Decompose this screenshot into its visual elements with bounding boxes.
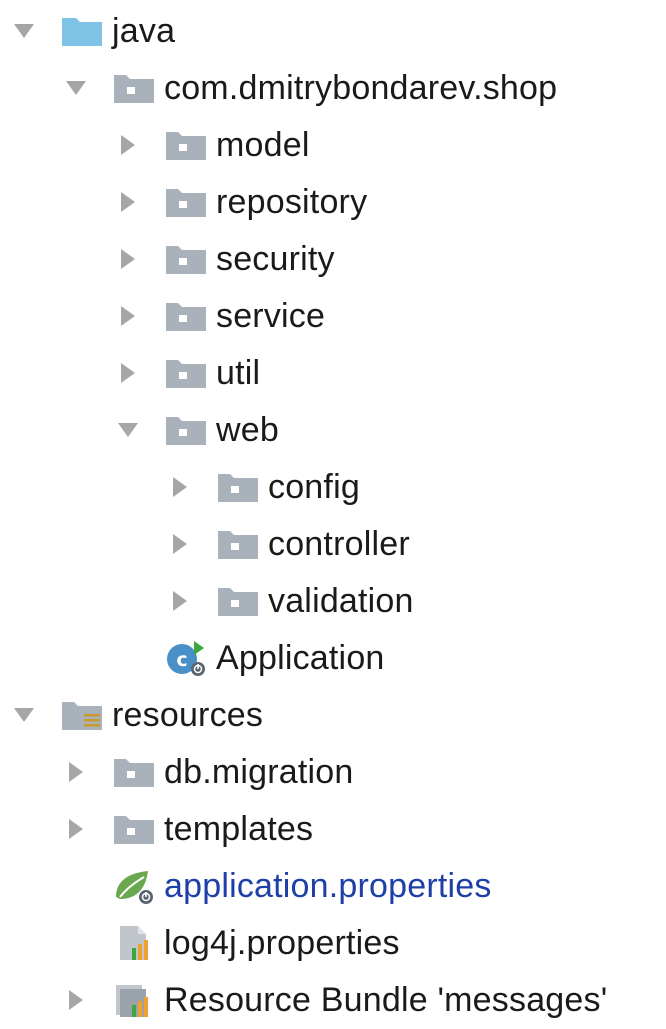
tree-node-security[interactable]: security bbox=[0, 231, 666, 288]
tree-node-label: security bbox=[216, 240, 335, 278]
collapsed-arrow-icon[interactable] bbox=[164, 471, 196, 503]
tree-node-application-properties[interactable]: application.properties bbox=[0, 858, 666, 915]
tree-node-label: service bbox=[216, 297, 326, 335]
tree-node-com-dmitrybondarev-shop[interactable]: com.dmitrybondarev.shop bbox=[0, 60, 666, 117]
tree-node-label: Resource Bundle 'messages' bbox=[164, 981, 608, 1019]
tree-node-label: com.dmitrybondarev.shop bbox=[164, 69, 558, 107]
expand-arrow-icon[interactable] bbox=[8, 15, 40, 47]
tree-node-validation[interactable]: validation bbox=[0, 573, 666, 630]
collapsed-arrow-icon[interactable] bbox=[60, 984, 92, 1016]
tree-node-web[interactable]: web bbox=[0, 402, 666, 459]
tree-node-repository[interactable]: repository bbox=[0, 174, 666, 231]
tree-node-resource-bundle-messages[interactable]: Resource Bundle 'messages' bbox=[0, 972, 666, 1029]
package-icon bbox=[164, 354, 208, 392]
tree-node-label: templates bbox=[164, 810, 314, 848]
project-tree: java com.dmitrybondarev.shop model repos… bbox=[0, 0, 666, 1021]
tree-node-label: log4j.properties bbox=[164, 924, 400, 962]
package-icon bbox=[164, 411, 208, 449]
tree-node-label: web bbox=[216, 411, 279, 449]
collapsed-arrow-icon[interactable] bbox=[112, 243, 144, 275]
tree-node-log4j-properties[interactable]: log4j.properties bbox=[0, 915, 666, 972]
collapsed-arrow-icon[interactable] bbox=[60, 813, 92, 845]
spring-boot-application-icon: c bbox=[164, 639, 208, 677]
collapsed-arrow-icon[interactable] bbox=[112, 129, 144, 161]
tree-node-label: db.migration bbox=[164, 753, 354, 791]
tree-node-label: java bbox=[112, 12, 176, 50]
spring-properties-icon bbox=[112, 867, 156, 905]
package-icon bbox=[164, 297, 208, 335]
package-icon bbox=[216, 582, 260, 620]
tree-node-label: util bbox=[216, 354, 261, 392]
tree-node-controller[interactable]: controller bbox=[0, 516, 666, 573]
properties-file-icon bbox=[112, 924, 156, 962]
expand-arrow-icon[interactable] bbox=[8, 699, 40, 731]
expand-arrow-icon[interactable] bbox=[60, 72, 92, 104]
tree-node-label: controller bbox=[268, 525, 410, 563]
package-icon bbox=[112, 69, 156, 107]
tree-node-db-migration[interactable]: db.migration bbox=[0, 744, 666, 801]
package-icon bbox=[112, 753, 156, 791]
collapsed-arrow-icon[interactable] bbox=[164, 528, 196, 560]
svg-text:c: c bbox=[176, 649, 187, 671]
tree-node-java[interactable]: java bbox=[0, 3, 666, 60]
tree-node-model[interactable]: model bbox=[0, 117, 666, 174]
package-icon bbox=[216, 525, 260, 563]
tree-node-service[interactable]: service bbox=[0, 288, 666, 345]
collapsed-arrow-icon[interactable] bbox=[112, 300, 144, 332]
tree-node-resources[interactable]: resources bbox=[0, 687, 666, 744]
tree-node-label: config bbox=[268, 468, 360, 506]
collapsed-arrow-icon[interactable] bbox=[112, 357, 144, 389]
tree-node-label: validation bbox=[268, 582, 414, 620]
collapsed-arrow-icon[interactable] bbox=[164, 585, 196, 617]
tree-node-label: application.properties bbox=[164, 867, 492, 905]
tree-node-label: resources bbox=[112, 696, 264, 734]
tree-node-label: Application bbox=[216, 639, 385, 677]
package-icon bbox=[112, 810, 156, 848]
tree-node-label: model bbox=[216, 126, 310, 164]
tree-node-templates[interactable]: templates bbox=[0, 801, 666, 858]
tree-node-application[interactable]: c Application bbox=[0, 630, 666, 687]
resource-bundle-icon bbox=[112, 981, 156, 1019]
resources-folder-icon bbox=[60, 696, 104, 734]
tree-node-config[interactable]: config bbox=[0, 459, 666, 516]
collapsed-arrow-icon[interactable] bbox=[60, 756, 92, 788]
package-icon bbox=[164, 240, 208, 278]
package-icon bbox=[164, 183, 208, 221]
package-icon bbox=[216, 468, 260, 506]
package-icon bbox=[164, 126, 208, 164]
tree-node-label: repository bbox=[216, 183, 368, 221]
tree-node-util[interactable]: util bbox=[0, 345, 666, 402]
expand-arrow-icon[interactable] bbox=[112, 414, 144, 446]
collapsed-arrow-icon[interactable] bbox=[112, 186, 144, 218]
source-folder-icon bbox=[60, 12, 104, 50]
